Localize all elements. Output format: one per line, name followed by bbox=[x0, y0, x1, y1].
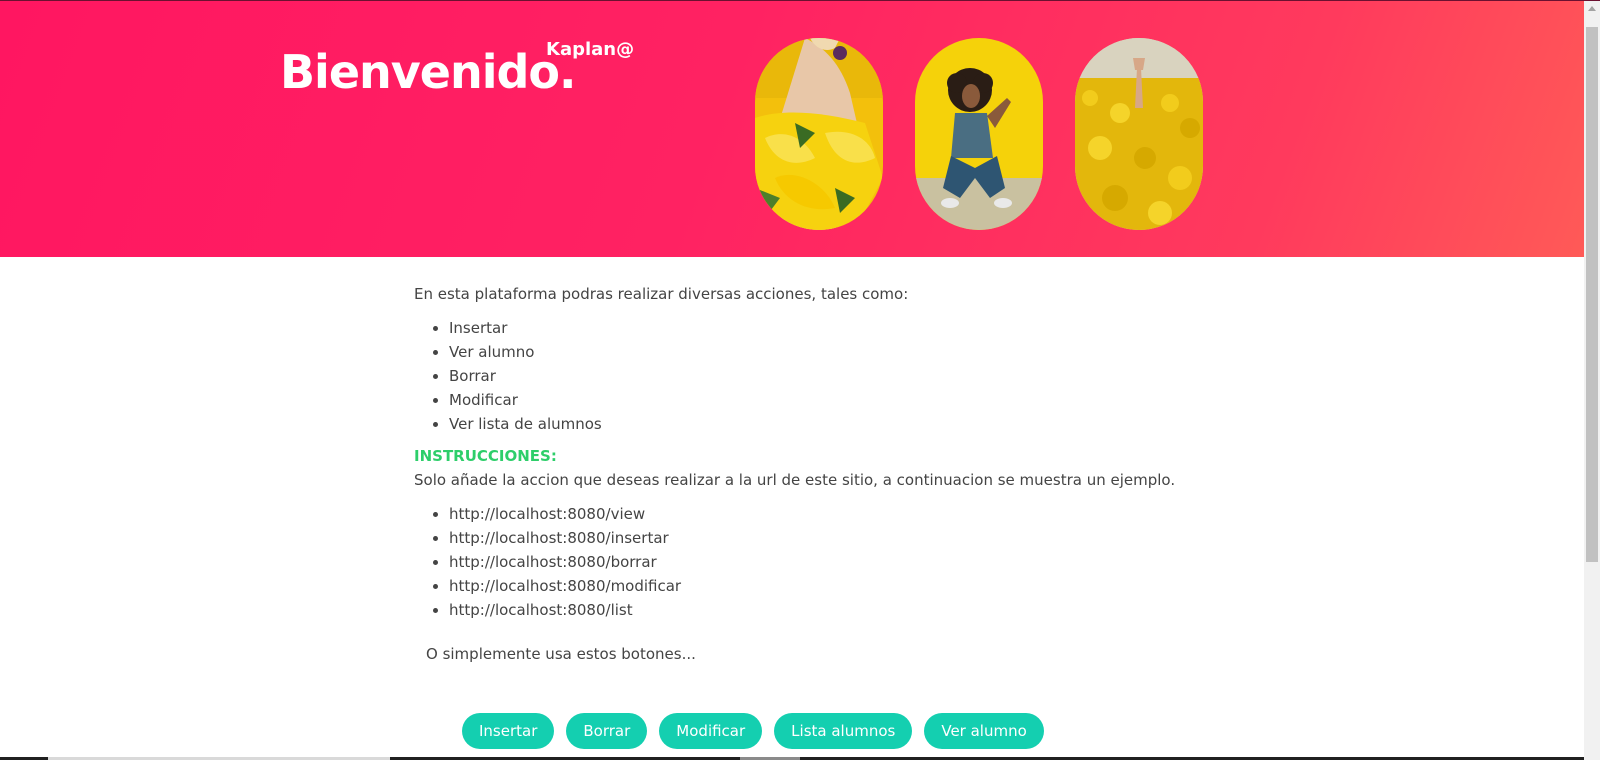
action-buttons: Insertar Borrar Modificar Lista alumnos … bbox=[462, 713, 1044, 749]
list-item: http://localhost:8080/insertar bbox=[449, 526, 1214, 550]
ver-alumno-button[interactable]: Ver alumno bbox=[924, 713, 1044, 749]
list-item: Ver alumno bbox=[449, 340, 1214, 364]
list-item: Modificar bbox=[449, 388, 1214, 412]
list-item: http://localhost:8080/borrar bbox=[449, 550, 1214, 574]
modificar-button[interactable]: Modificar bbox=[659, 713, 763, 749]
list-item: Borrar bbox=[449, 364, 1214, 388]
hero-photo-woman-yellow-wall bbox=[915, 38, 1043, 230]
list-item: http://localhost:8080/list bbox=[449, 598, 1214, 622]
hero-banner: Bienvenido. Kaplan@ bbox=[0, 1, 1584, 257]
scroll-up-arrow-icon[interactable] bbox=[1588, 6, 1596, 11]
list-item: Insertar bbox=[449, 316, 1214, 340]
hero-title: Bienvenido. bbox=[280, 45, 576, 99]
rapeseed-field-photo-image bbox=[1075, 38, 1203, 230]
scrollbar-thumb[interactable] bbox=[1586, 27, 1598, 562]
intro-text: En esta plataforma podras realizar diver… bbox=[414, 285, 909, 303]
vertical-scrollbar[interactable] bbox=[1584, 1, 1600, 760]
instructions-text: Solo añade la accion que deseas realizar… bbox=[414, 471, 1176, 489]
insertar-button[interactable]: Insertar bbox=[462, 713, 555, 749]
buttons-hint: O simplemente usa estos botones... bbox=[426, 645, 696, 663]
lista-alumnos-button[interactable]: Lista alumnos bbox=[774, 713, 913, 749]
main-content: En esta plataforma podras realizar diver… bbox=[414, 282, 1214, 666]
actions-list: Insertar Ver alumno Borrar Modificar Ver… bbox=[414, 316, 1214, 436]
borrar-button[interactable]: Borrar bbox=[566, 713, 648, 749]
instructions-title: INSTRUCCIONES: bbox=[414, 447, 557, 465]
hero-photo-rapeseed-field bbox=[1075, 38, 1203, 230]
hero-photo-sunflowers bbox=[755, 38, 883, 230]
woman-yellow-wall-photo-image bbox=[915, 38, 1043, 230]
urls-list: http://localhost:8080/view http://localh… bbox=[414, 502, 1214, 622]
list-item: Ver lista de alumnos bbox=[449, 412, 1214, 436]
list-item: http://localhost:8080/view bbox=[449, 502, 1214, 526]
hero-username: Kaplan@ bbox=[546, 39, 635, 60]
list-item: http://localhost:8080/modificar bbox=[449, 574, 1214, 598]
sunflowers-photo-image bbox=[755, 38, 883, 230]
